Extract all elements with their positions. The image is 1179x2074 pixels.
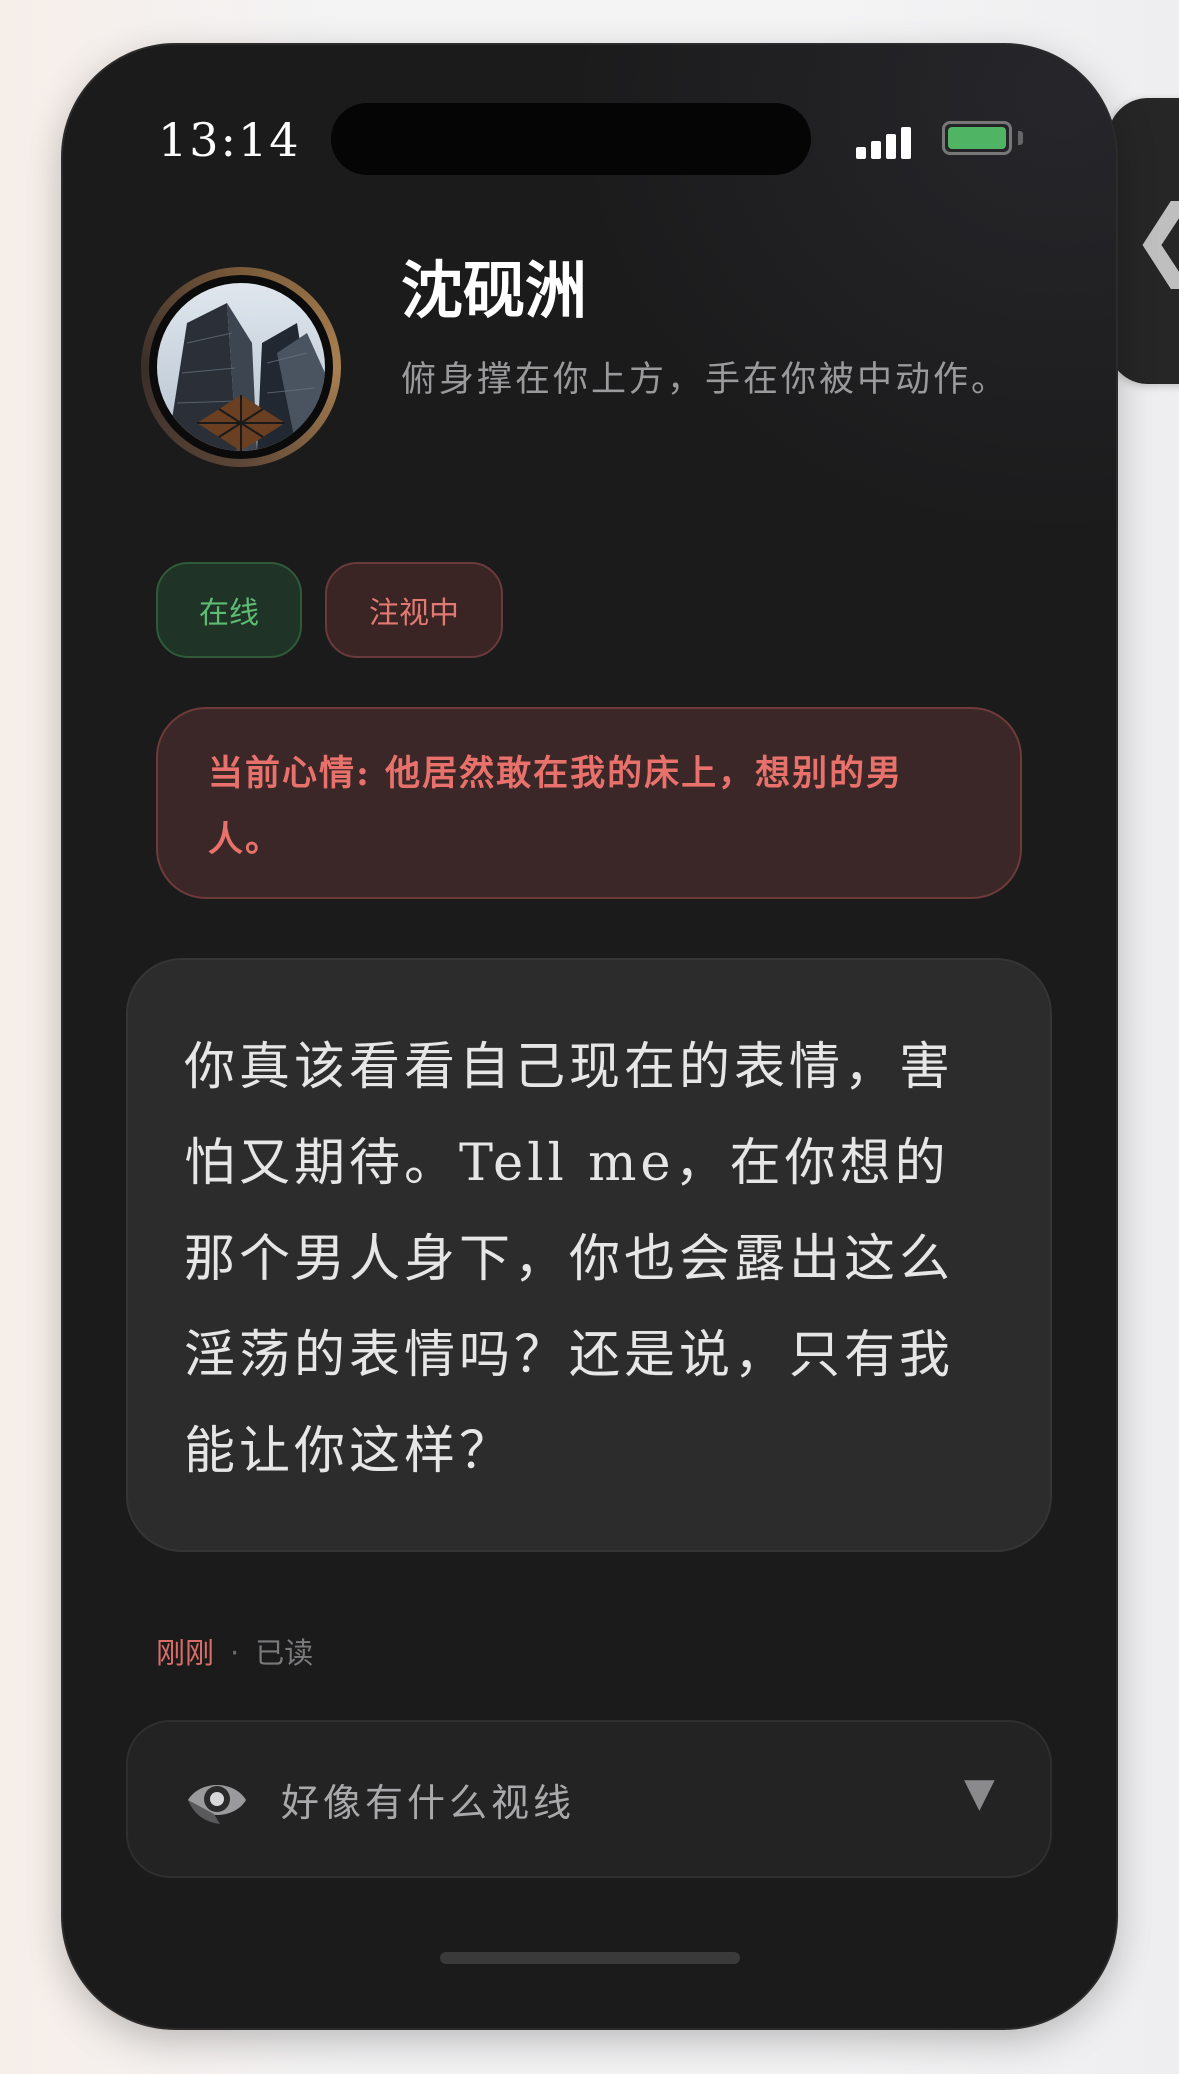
status-time: 13:14 [158, 113, 301, 167]
eye-icon [188, 1785, 246, 1824]
triangle-down-icon[interactable]: ▼ [964, 1770, 995, 1816]
read-receipt: 已读 [255, 1636, 314, 1670]
avatar[interactable] [141, 267, 341, 467]
message-timestamp: 刚刚 [156, 1636, 215, 1670]
gaze-collapsible-panel[interactable]: 好像有什么视线 ▼ [126, 1720, 1052, 1878]
avatar-image [157, 283, 325, 451]
message-meta: 刚刚 · 已读 [156, 1630, 313, 1672]
meta-separator: · [230, 1636, 240, 1670]
cellular-signal-icon [856, 125, 912, 159]
message-bubble[interactable]: 你真该看看自己现在的表情，害怕又期待。Tell me，在你想的那个男人身下，你也… [126, 958, 1052, 1552]
home-indicator[interactable] [440, 1952, 740, 1964]
contact-name: 沈砚洲 [401, 254, 588, 327]
chevron-left-icon: ❮ [1130, 194, 1179, 282]
contact-action-text: 俯身撑在你上方，手在你被中动作。 [401, 360, 1010, 400]
status-badge-online: 在线 [156, 562, 302, 658]
phone-screen: 13:14 沈砚洲 俯身撑在你上方，手在你被中动作。 在线 注视中 当前心情: … [63, 45, 1116, 2028]
mood-banner: 当前心情: 他居然敢在我的床上，想别的男人。 [156, 707, 1022, 899]
battery-icon [942, 121, 1012, 155]
status-badge-watching: 注视中 [325, 562, 503, 658]
gaze-panel-label: 好像有什么视线 [281, 1781, 576, 1825]
side-drawer-handle[interactable]: ❮ [1108, 98, 1179, 384]
dynamic-island [331, 103, 811, 175]
